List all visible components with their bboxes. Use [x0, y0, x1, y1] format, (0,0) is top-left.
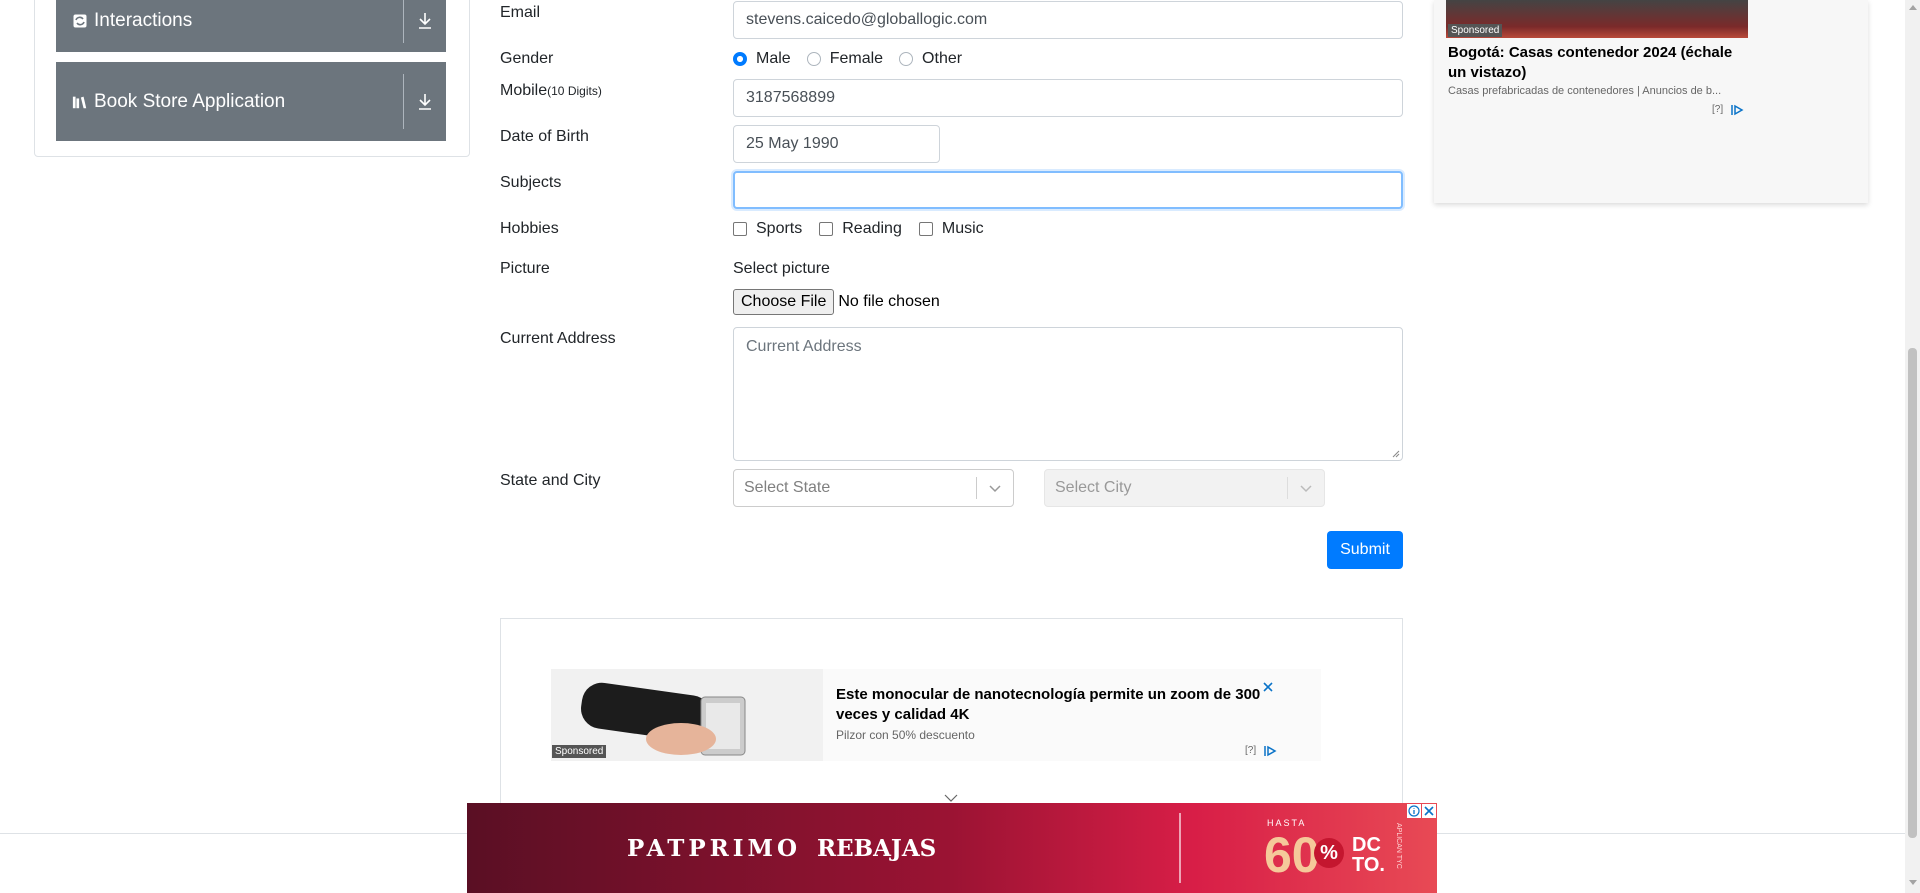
sponsored-tag: Sponsored: [552, 745, 607, 758]
scrollbar-thumb[interactable]: [1908, 348, 1917, 838]
gender-options: Male Female Other: [733, 49, 962, 69]
inline-ad[interactable]: Sponsored Este monocular de nanotecnolog…: [551, 669, 1321, 761]
state-select[interactable]: Select State: [733, 469, 1014, 507]
divider: [1179, 813, 1181, 883]
subjects-label: Subjects: [500, 174, 562, 191]
hobby-label[interactable]: Music: [942, 220, 984, 238]
hobbies-options: Sports Reading Music: [733, 219, 984, 239]
state-placeholder: Select State: [744, 479, 831, 496]
gender-option-label[interactable]: Male: [756, 50, 791, 68]
banner-percent: 60: [1264, 827, 1320, 883]
banner-suffix1: DC: [1352, 834, 1381, 856]
banner-campaign: REBAJAS: [817, 835, 937, 862]
subjects-input[interactable]: [733, 171, 1403, 209]
ad-title[interactable]: Este monocular de nanotecnología permite…: [836, 685, 1276, 725]
ad-source[interactable]: Pilzor con 50% descuento: [836, 728, 975, 742]
submit-button[interactable]: Submit: [1327, 531, 1403, 569]
sponsored-tag: Sponsored: [1448, 24, 1503, 37]
scroll-down-icon[interactable]: [1909, 880, 1917, 886]
hobbies-label: Hobbies: [500, 220, 559, 237]
mobile-label: Mobile(10 Digits): [500, 82, 602, 100]
chevron-down-icon[interactable]: [977, 483, 1013, 493]
banner-suffix2: TO.: [1352, 854, 1385, 876]
gender-radio-other[interactable]: [899, 52, 914, 66]
ad-help[interactable]: [?]: [1245, 745, 1256, 756]
resize-handle-icon[interactable]: [1390, 448, 1400, 458]
side-ad[interactable]: Sponsored Bogotá: Casas contenedor 2024 …: [1434, 0, 1868, 203]
interactions-icon: [72, 13, 88, 29]
book-store-icon: [72, 94, 88, 110]
dob-field[interactable]: 25 May 1990: [733, 125, 940, 163]
gender-option-label[interactable]: Other: [922, 50, 962, 68]
ad-source[interactable]: Casas prefabricadas de contenedores | An…: [1448, 85, 1748, 97]
gender-option-label[interactable]: Female: [830, 50, 883, 68]
adchoices-icon[interactable]: [1730, 103, 1744, 121]
file-status: No file chosen: [838, 293, 940, 310]
chevron-down-icon[interactable]: [1288, 483, 1324, 493]
sidebar-group-title: Book Store Application: [94, 90, 286, 112]
hobby-checkbox-reading[interactable]: [819, 222, 834, 236]
state-city-label: State and City: [500, 472, 601, 489]
hobby-label[interactable]: Sports: [756, 220, 802, 238]
choose-file-button[interactable]: Choose File: [733, 289, 835, 315]
bottom-banner-ad[interactable]: PATPRIMO REBAJAS HASTA 60 % DC TO. APLIC…: [467, 803, 1437, 893]
dob-label: Date of Birth: [500, 128, 589, 145]
city-placeholder: Select City: [1055, 479, 1132, 496]
scroll-up-icon[interactable]: [1909, 4, 1917, 10]
address-label: Current Address: [500, 330, 616, 347]
gender-radio-female[interactable]: [806, 52, 821, 66]
gender-radio-male[interactable]: [733, 52, 747, 66]
hobby-label[interactable]: Reading: [842, 220, 902, 238]
download-icon[interactable]: [404, 12, 446, 30]
mobile-label-text: Mobile: [500, 82, 548, 99]
gender-label: Gender: [500, 50, 554, 67]
email-value: stevens.caicedo@globallogic.com: [746, 11, 988, 28]
close-icon[interactable]: [1263, 679, 1273, 697]
ad-info-icon[interactable]: [1407, 804, 1421, 818]
banner-legal: APLICAN TYC: [1395, 823, 1402, 869]
ad-title[interactable]: Bogotá: Casas contenedor 2024 (échale un…: [1448, 43, 1748, 83]
mobile-field[interactable]: 3187568899: [733, 79, 1403, 117]
scrollbar-track[interactable]: [1905, 0, 1920, 893]
mobile-hint: (10 Digits): [547, 84, 602, 98]
sidebar-group-title: Interactions: [94, 10, 193, 31]
banner-brand: PATPRIMO: [627, 835, 801, 862]
adchoices-icon[interactable]: [1263, 744, 1277, 762]
ad-help[interactable]: [?]: [1712, 104, 1723, 115]
address-textarea[interactable]: Current Address: [733, 327, 1403, 461]
sidebar-group-interactions[interactable]: Interactions: [56, 0, 446, 52]
city-select[interactable]: Select City: [1044, 469, 1325, 507]
address-placeholder: Current Address: [746, 338, 862, 355]
sidebar-group-book-store[interactable]: Book Store Application: [56, 62, 446, 141]
dob-value: 25 May 1990: [746, 135, 839, 152]
hobby-checkbox-sports[interactable]: [733, 222, 747, 236]
file-input[interactable]: Choose File No file chosen: [733, 289, 940, 315]
picture-caption: Select picture: [733, 260, 830, 277]
download-icon[interactable]: [404, 93, 446, 111]
banner-percent-sign: %: [1314, 838, 1344, 868]
picture-label: Picture: [500, 260, 550, 277]
email-label: Email: [500, 4, 541, 21]
mobile-value: 3187568899: [746, 89, 835, 106]
email-field[interactable]: stevens.caicedo@globallogic.com: [733, 1, 1403, 39]
hobby-checkbox-music[interactable]: [918, 222, 933, 236]
inline-ad-container: Sponsored Este monocular de nanotecnolog…: [500, 618, 1403, 818]
close-icon[interactable]: [1422, 804, 1436, 818]
